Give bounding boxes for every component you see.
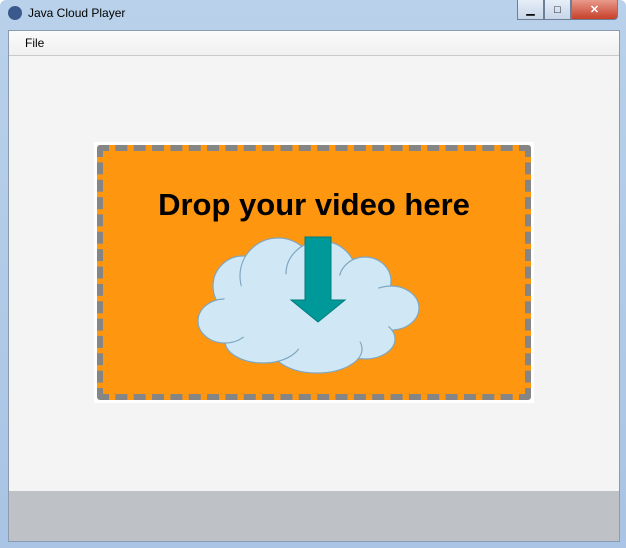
java-app-icon [8,6,22,20]
maximize-icon: □ [554,3,561,16]
status-bar [9,491,619,541]
close-icon: ✕ [589,4,600,16]
maximize-button[interactable]: □ [544,0,571,20]
window-title: Java Cloud Player [28,6,126,20]
client-area: File Drop your video here [8,30,620,542]
minimize-button[interactable]: ▁ [517,0,544,20]
drop-zone-inner: Drop your video here [97,145,531,400]
title-bar: Java Cloud Player [8,6,125,20]
window: Java Cloud Player ▁ □ ✕ File Drop your v… [0,0,626,548]
drop-zone[interactable]: Drop your video here [94,142,534,403]
menu-file[interactable]: File [17,36,52,50]
close-button[interactable]: ✕ [571,0,618,20]
cloud-upload-icon [197,236,420,374]
menu-bar: File [9,31,619,56]
minimize-icon: ▁ [526,4,535,16]
